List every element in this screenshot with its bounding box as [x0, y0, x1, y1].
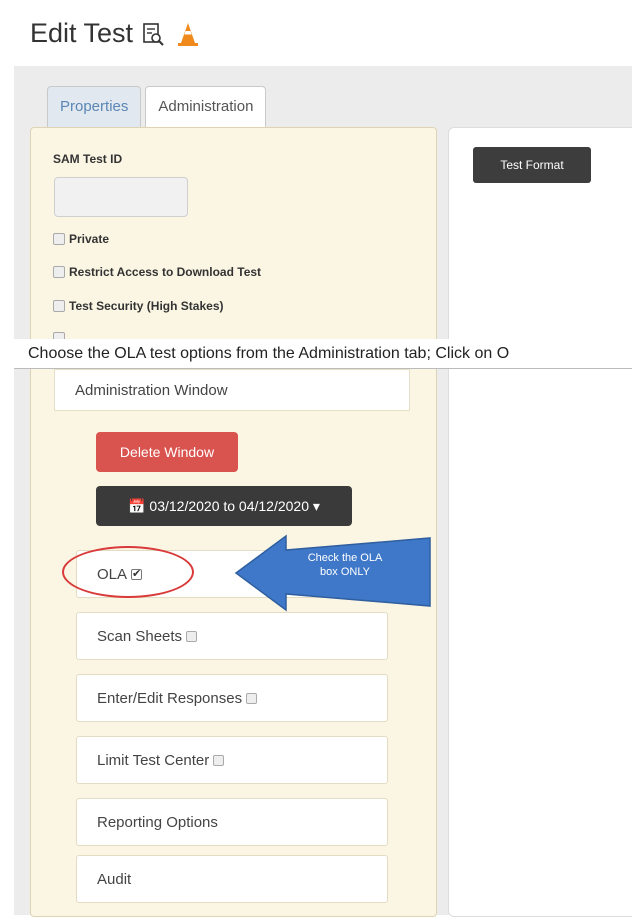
tab-bar: Properties Administration: [47, 86, 270, 130]
option-audit-label: Audit: [97, 870, 132, 888]
ola-highlight-circle: [62, 546, 194, 598]
page-title-row: Edit Test: [30, 18, 201, 49]
callout-text-line1: Check the OLA: [307, 552, 383, 564]
traffic-cone-icon: [178, 22, 199, 46]
test-security-checkbox[interactable]: [53, 300, 65, 312]
scan-sheets-checkbox[interactable]: [186, 630, 198, 642]
callout-text-line2: box ONLY: [320, 566, 370, 578]
restrict-download-checkbox[interactable]: [53, 266, 65, 278]
tab-administration[interactable]: Administration: [145, 86, 267, 130]
callout-text: Check the OLA box ONLY: [290, 551, 400, 579]
test-security-label: Test Security (High Stakes): [69, 299, 224, 313]
private-checkbox-row[interactable]: Private: [53, 232, 109, 246]
private-label: Private: [69, 232, 110, 246]
option-reporting-options[interactable]: Reporting Options: [76, 798, 388, 846]
administration-window-header: Administration Window: [54, 369, 410, 411]
option-audit[interactable]: Audit: [76, 855, 388, 903]
restrict-download-label: Restrict Access to Download Test: [69, 265, 262, 279]
caret-down-icon: ▾: [312, 498, 320, 514]
test-format-button[interactable]: Test Format: [473, 147, 591, 183]
option-enter-edit-label: Enter/Edit Responses: [97, 689, 243, 707]
sam-test-id-label: SAM Test ID: [53, 152, 123, 166]
option-limit-test-center[interactable]: Limit Test Center: [76, 736, 388, 784]
test-format-panel: [448, 127, 632, 917]
date-range-dropdown[interactable]: 📅 03/12/2020 to 04/12/2020 ▾: [96, 486, 352, 526]
test-security-checkbox-row[interactable]: Test Security (High Stakes): [53, 299, 224, 313]
delete-window-button[interactable]: Delete Window: [96, 432, 238, 472]
private-checkbox[interactable]: [53, 233, 65, 245]
instruction-caption: Choose the OLA test options from the Adm…: [0, 339, 632, 369]
page-title: Edit Test: [30, 18, 134, 48]
document-search-icon[interactable]: [141, 22, 165, 46]
option-limit-test-center-label: Limit Test Center: [97, 751, 210, 769]
tab-properties[interactable]: Properties: [47, 86, 142, 127]
sam-test-id-field[interactable]: [54, 177, 188, 217]
date-range-label: 03/12/2020 to 04/12/2020: [149, 498, 309, 514]
option-scan-sheets[interactable]: Scan Sheets: [76, 612, 388, 660]
option-reporting-options-label: Reporting Options: [97, 813, 218, 831]
option-enter-edit-responses[interactable]: Enter/Edit Responses: [76, 674, 388, 722]
option-scan-sheets-label: Scan Sheets: [97, 627, 183, 645]
enter-edit-responses-checkbox[interactable]: [246, 692, 258, 704]
calendar-icon: 📅: [128, 498, 146, 514]
limit-test-center-checkbox[interactable]: [213, 754, 225, 766]
restrict-download-checkbox-row[interactable]: Restrict Access to Download Test: [53, 265, 261, 279]
